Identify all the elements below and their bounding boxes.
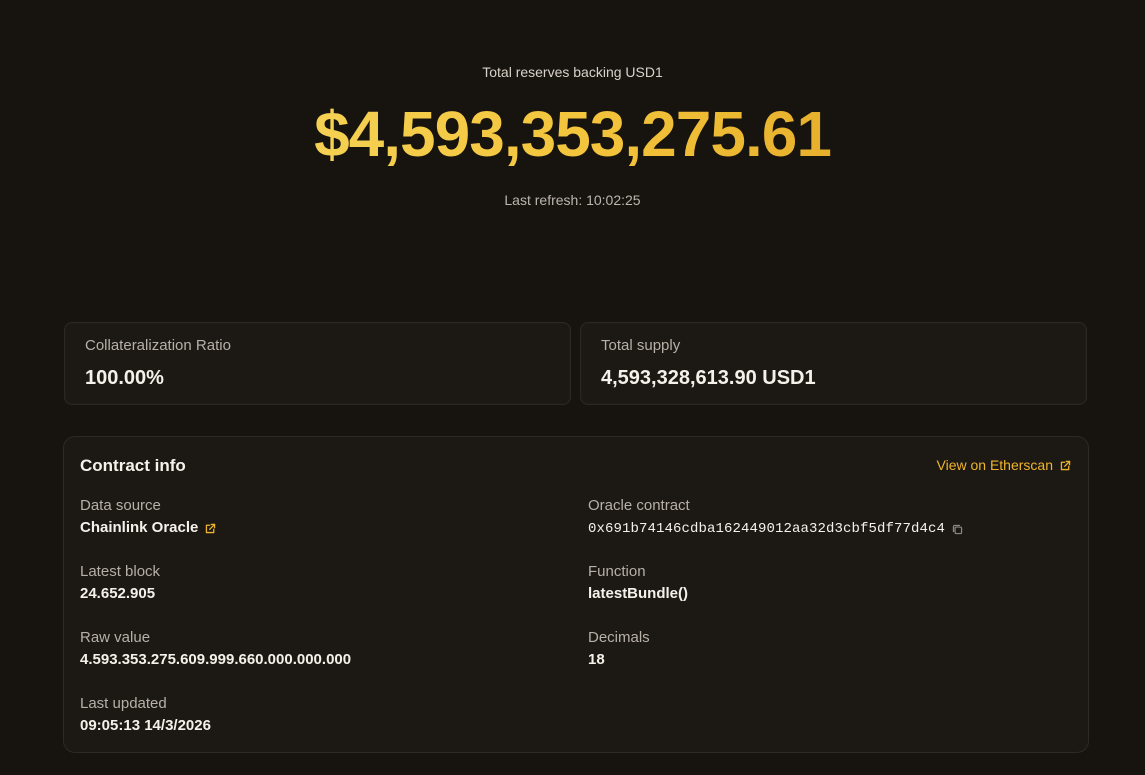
raw-value-value: 4.593.353.275.609.999.660.000.000.000 [80,651,352,668]
last-updated-value: 09:05:13 14/3/2026 [80,717,211,734]
latest-block-label: Latest block [80,563,161,580]
collateralization-value: 100.00% [85,367,164,389]
last-refresh-text: Last refresh: 10:02:25 [504,192,641,208]
copy-icon[interactable] [951,523,964,536]
raw-value-label: Raw value [80,629,151,646]
last-updated-label: Last updated [80,695,167,712]
contract-info-title: Contract info [80,456,186,475]
external-link-icon [204,522,217,535]
oracle-contract-row: 0x691b74146cdba162449012aa32d3cbf5df77d4… [588,520,964,538]
view-on-etherscan-label: View on Etherscan [936,457,1053,473]
oracle-contract-label: Oracle contract [588,497,690,514]
total-supply-label: Total supply [601,337,681,354]
collateralization-label: Collateralization Ratio [85,337,231,354]
function-label: Function [588,563,646,580]
oracle-contract-value: 0x691b74146cdba162449012aa32d3cbf5df77d4… [588,521,946,537]
function-value: latestBundle() [588,585,689,602]
data-source-label: Data source [80,497,161,514]
reserves-label: Total reserves backing USD1 [482,64,663,80]
view-on-etherscan-link[interactable]: View on Etherscan [937,456,1072,474]
data-source-value: Chainlink Oracle [80,519,199,536]
collateralization-card: Collateralization Ratio 100.00% [64,322,571,405]
reserves-summary: Total reserves backing USD1 $4,593,353,2… [0,0,1145,240]
data-source-link[interactable]: Chainlink Oracle [80,519,217,537]
decimals-value: 18 [588,651,605,668]
decimals-label: Decimals [588,629,650,646]
contract-info-card: Contract info View on Etherscan Data sou… [63,436,1089,753]
external-link-icon [1059,459,1072,472]
reserves-amount: $4,593,353,275.61 [0,96,1145,172]
total-supply-card: Total supply 4,593,328,613.90 USD1 [580,322,1087,405]
total-supply-value: 4,593,328,613.90 USD1 [601,367,816,389]
latest-block-value: 24.652.905 [80,585,156,602]
